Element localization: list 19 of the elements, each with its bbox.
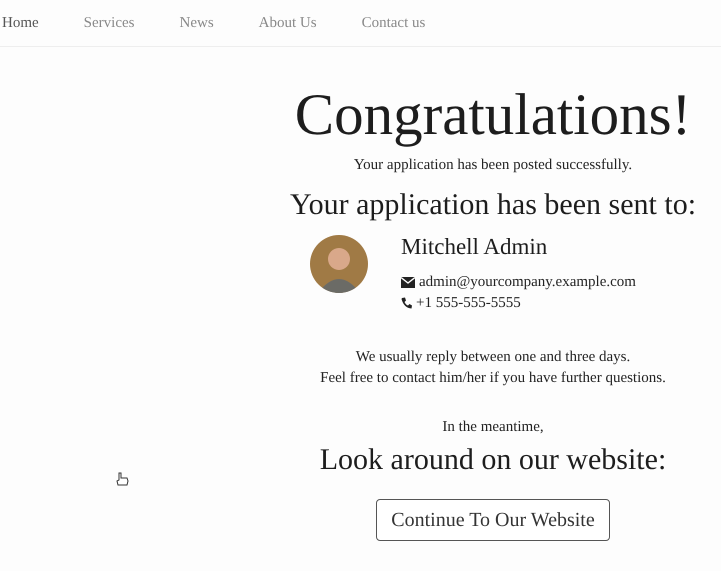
nav-link[interactable]: Services [84,13,134,33]
reply-text: Feel free to contact him/her if you have further questions. [320,369,666,388]
section-heading: Your application has been sent to: [290,187,696,223]
continue-button[interactable]: Continue To Our Website [376,499,610,541]
hand-cursor-icon [116,472,129,486]
contact-email: admin@yourcompany.example.com [419,273,636,292]
nav-link[interactable]: About Us [258,13,317,33]
nav-link[interactable]: News [180,13,214,33]
nav-link[interactable]: Contact us [362,13,426,33]
reply-text: We usually reply between one and three days. [356,348,630,367]
contact-phone: +1 555-555-5555 [416,294,521,313]
section-heading: Look around on our website: [320,442,666,478]
contact-name: Mitchell Admin [401,233,548,261]
nav-link[interactable]: Home [2,13,39,33]
phone-icon [401,297,412,309]
envelope-icon [401,276,415,288]
meantime-text: In the meantime, [442,418,544,436]
success-message: Your application has been posted successfully. [354,156,632,174]
page-title: Congratulations! [294,80,692,148]
